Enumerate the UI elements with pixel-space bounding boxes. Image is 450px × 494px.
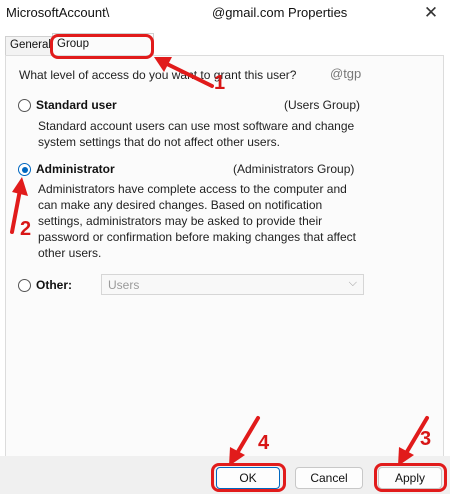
arrow-4-icon xyxy=(229,416,260,466)
step-number-1: 1 xyxy=(214,72,226,94)
step-number-2: 2 xyxy=(20,218,32,240)
step-number-3: 3 xyxy=(420,428,432,450)
step-number-4: 4 xyxy=(258,432,270,454)
arrow-1-icon xyxy=(154,57,214,88)
